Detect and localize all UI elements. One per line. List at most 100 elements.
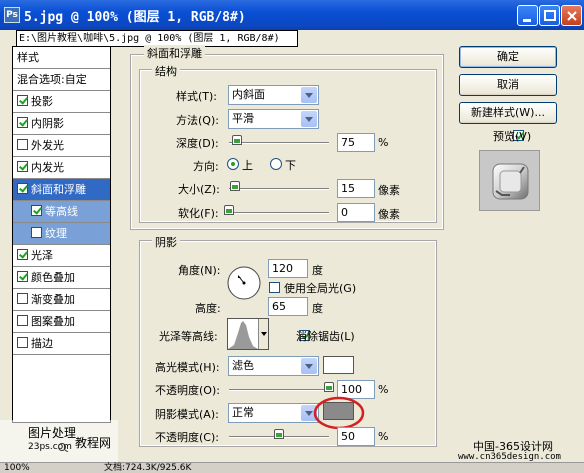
style-list-item[interactable]: 样式 — [13, 47, 110, 69]
style-item-label: 投影 — [31, 95, 53, 108]
style-select[interactable]: 内斜面 — [228, 85, 319, 105]
style-list-item[interactable]: 纹理 — [13, 223, 110, 245]
search-icon — [58, 443, 69, 452]
document-size: 文档:724.3K/925.6K — [104, 463, 192, 473]
angle-unit: 度 — [312, 264, 323, 277]
cancel-button[interactable]: 取消 — [459, 74, 557, 96]
chevron-down-icon — [301, 358, 317, 374]
depth-slider[interactable] — [229, 142, 329, 144]
size-unit: 像素 — [378, 184, 400, 197]
direction-down-radio[interactable] — [270, 158, 282, 170]
preview-swatch-icon — [492, 163, 529, 200]
style-item-checkbox[interactable] — [31, 205, 42, 216]
technique-label: 方法(Q): — [176, 114, 219, 127]
style-item-checkbox[interactable] — [17, 139, 28, 150]
style-item-label: 外发光 — [31, 139, 64, 152]
technique-select-value: 平滑 — [232, 112, 254, 125]
style-list-item[interactable]: 斜面和浮雕 — [13, 179, 110, 201]
shadow-mode-label: 阴影模式(A): — [155, 408, 219, 421]
style-item-checkbox[interactable] — [17, 117, 28, 128]
style-item-checkbox[interactable] — [17, 293, 28, 304]
style-list-item[interactable]: 颜色叠加 — [13, 267, 110, 289]
style-item-label: 颜色叠加 — [31, 271, 75, 284]
style-list-item[interactable]: 外发光 — [13, 135, 110, 157]
shadow-opacity-unit: % — [378, 430, 389, 443]
depth-slider-handle[interactable] — [231, 135, 242, 145]
depth-label: 深度(D): — [176, 137, 219, 150]
soften-label: 软化(F): — [178, 207, 219, 220]
style-list-item[interactable]: 描边 — [13, 333, 110, 355]
close-button[interactable] — [561, 5, 582, 26]
size-input[interactable]: 15 — [337, 179, 375, 198]
style-list-item[interactable]: 光泽 — [13, 245, 110, 267]
style-item-checkbox[interactable] — [17, 161, 28, 172]
altitude-input[interactable]: 65 — [268, 297, 308, 316]
left-watermark: 图片处理 教程网 23ps.com — [0, 420, 118, 462]
global-light-label: 使用全局光(G) — [284, 282, 357, 295]
title-bar: Ps 5.jpg @ 100% (图层 1, RGB/8#) — [0, 0, 584, 30]
anti-alias-label: 消除锯齿(L) — [296, 330, 355, 343]
depth-input[interactable]: 75 — [337, 133, 375, 152]
highlight-opacity-unit: % — [378, 383, 389, 396]
style-item-checkbox[interactable] — [17, 271, 28, 282]
maximize-button[interactable] — [539, 5, 560, 26]
direction-up-label: 上 — [242, 159, 253, 172]
watermark-line1: 图片处理 — [28, 426, 77, 440]
minimize-button[interactable] — [517, 5, 538, 26]
size-slider-handle[interactable] — [230, 181, 240, 191]
style-item-label: 斜面和浮雕 — [31, 183, 86, 196]
highlight-opacity-slider[interactable] — [229, 389, 329, 391]
style-item-label: 内发光 — [31, 161, 64, 174]
style-list-item[interactable]: 投影 — [13, 91, 110, 113]
technique-select[interactable]: 平滑 — [228, 109, 319, 129]
style-list-item[interactable]: 内阴影 — [13, 113, 110, 135]
soften-slider[interactable] — [229, 212, 329, 214]
window-title: 5.jpg @ 100% (图层 1, RGB/8#) — [24, 10, 246, 25]
altitude-unit: 度 — [312, 302, 323, 315]
angle-input[interactable]: 120 — [268, 259, 308, 278]
style-preview-thumbnail — [479, 150, 540, 211]
soften-unit: 像素 — [378, 208, 400, 221]
size-slider[interactable] — [229, 188, 329, 190]
style-list-item[interactable]: 混合选项:自定 — [13, 69, 110, 91]
contour-dropdown-arrow[interactable] — [258, 319, 268, 349]
shadow-opacity-handle[interactable] — [274, 429, 284, 439]
angle-dial[interactable] — [227, 266, 261, 300]
soften-slider-handle[interactable] — [224, 205, 234, 215]
global-light-checkbox[interactable] — [269, 282, 280, 293]
depth-unit: % — [378, 136, 389, 149]
gloss-contour-picker[interactable] — [227, 318, 269, 350]
photoshop-app-icon: Ps — [4, 7, 20, 23]
style-select-value: 内斜面 — [232, 88, 265, 101]
soften-input[interactable]: 0 — [337, 203, 375, 222]
direction-up-radio[interactable] — [227, 158, 239, 170]
style-list-item[interactable]: 等高线 — [13, 201, 110, 223]
shadow-mode-select[interactable]: 正常 — [228, 403, 319, 423]
watermark-line2: 教程网 — [75, 436, 112, 450]
style-item-label: 等高线 — [45, 205, 78, 218]
style-list-item[interactable]: 渐变叠加 — [13, 289, 110, 311]
style-item-label: 混合选项:自定 — [17, 73, 87, 86]
style-item-checkbox[interactable] — [17, 183, 28, 194]
highlight-mode-select[interactable]: 滤色 — [228, 356, 319, 376]
angle-label: 角度(N): — [178, 264, 221, 277]
style-item-checkbox[interactable] — [17, 95, 28, 106]
style-item-checkbox[interactable] — [31, 227, 42, 238]
style-item-label: 光泽 — [31, 249, 53, 262]
new-style-button[interactable]: 新建样式(W)... — [459, 102, 557, 124]
style-item-checkbox[interactable] — [17, 337, 28, 348]
style-item-label: 纹理 — [45, 227, 67, 240]
contour-preview-icon — [228, 319, 258, 349]
style-item-label: 渐变叠加 — [31, 293, 75, 306]
style-item-checkbox[interactable] — [17, 249, 28, 260]
style-list-item[interactable]: 图案叠加 — [13, 311, 110, 333]
styles-list: 样式混合选项:自定投影内阴影外发光内发光斜面和浮雕等高线纹理光泽颜色叠加渐变叠加… — [12, 46, 111, 423]
highlight-color-swatch[interactable] — [323, 356, 354, 374]
style-list-item[interactable]: 内发光 — [13, 157, 110, 179]
shadow-opacity-input[interactable]: 50 — [337, 427, 375, 446]
style-item-checkbox[interactable] — [17, 315, 28, 326]
chevron-down-icon — [301, 87, 317, 103]
ok-button[interactable]: 确定 — [459, 46, 557, 68]
highlight-opacity-handle[interactable] — [324, 382, 334, 392]
structure-title: 结构 — [152, 63, 180, 79]
